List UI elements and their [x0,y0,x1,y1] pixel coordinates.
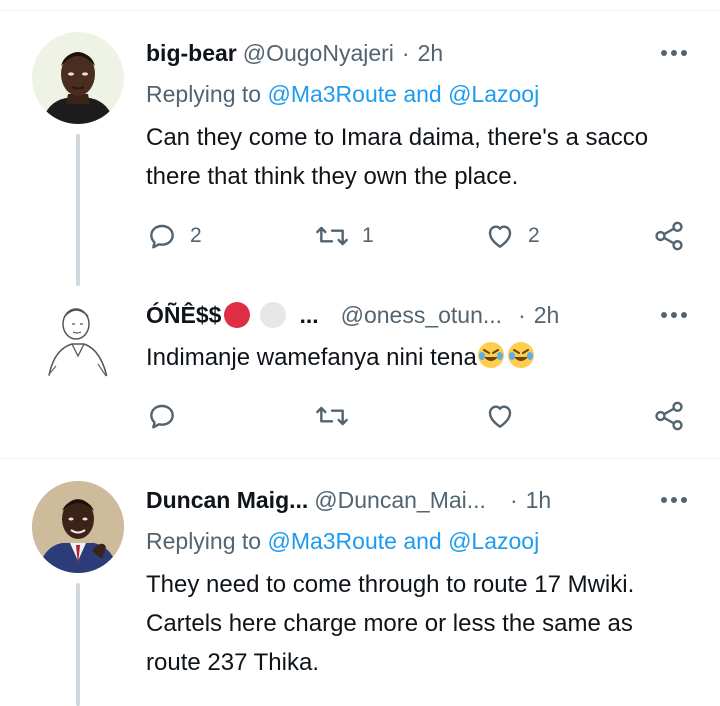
avatar[interactable] [32,32,124,124]
tweet-header: big-bear @OugoNyajeri · 2h [146,36,690,70]
more-options-icon[interactable] [658,298,690,332]
display-name[interactable]: ÓÑÊ$$ [146,302,221,329]
white-circle-icon [260,302,287,328]
share-icon [655,401,683,431]
heart-icon [488,405,512,428]
tweet-text: Indimanje wamefanya nini tena [146,338,691,377]
red-circle-icon [224,302,251,328]
timestamp[interactable]: 2h [418,40,444,67]
replying-to-mentions[interactable]: @Ma3Route and @Lazooj [267,528,539,554]
timestamp[interactable]: 1h [526,487,552,514]
retweet-icon [316,226,348,246]
tweet-reply[interactable]: big-bear @OugoNyajeri · 2h Replying to @… [0,0,720,290]
share-button[interactable] [652,216,686,256]
like-button[interactable]: 2 [484,216,540,256]
share-button[interactable] [652,396,686,436]
reply-icon [150,404,174,429]
separator-dot: · [509,486,518,513]
retweet-button[interactable] [314,396,350,436]
reply-button[interactable] [146,396,178,436]
replying-to: Replying to @Ma3Route and @Lazooj [146,528,539,555]
username[interactable]: @OugoNyajeri [243,40,394,67]
rolling-on-floor-laughing-icon [507,342,534,368]
retweet-icon [316,406,348,426]
more-options-icon[interactable] [658,36,690,70]
avatar[interactable] [32,294,124,386]
display-name[interactable]: Duncan Maig... [146,487,308,514]
reply-icon [150,224,174,249]
replying-to-prefix: Replying to [146,528,262,554]
tweet-actions: 2 1 2 [146,216,691,256]
heart-icon [488,225,512,248]
rolling-on-floor-laughing-icon [477,342,504,368]
like-count: 2 [528,224,540,247]
tweet-reply[interactable]: ÓÑÊ$$ ... @oness_otun... · 2h Indimanje … [0,290,720,458]
display-name-ellipsis: ... [299,301,319,328]
replying-to-prefix: Replying to [146,81,262,107]
more-options-icon[interactable] [658,483,690,517]
username[interactable]: @Duncan_Mai... [314,487,486,514]
tweet-text: Can they come to Imara daima, there's a … [146,124,649,190]
tweet-header: Duncan Maig... @Duncan_Mai... · 1h [146,483,690,517]
reply-button[interactable]: 2 [146,216,202,256]
separator-dot: · [401,39,410,66]
separator-dot: · [518,301,526,328]
reply-count: 2 [190,224,202,247]
avatar[interactable] [32,481,124,573]
tweet-text-content: Indimanje wamefanya nini tena [146,344,477,371]
username[interactable]: @oness_otun... [341,302,502,329]
replying-to: Replying to @Ma3Route and @Lazooj [146,81,539,108]
replying-to-mentions[interactable]: @Ma3Route and @Lazooj [267,81,539,107]
thread-line [76,134,80,286]
tweet-actions [146,396,691,436]
tweet-reply[interactable]: Duncan Maig... @Duncan_Mai... · 1h Reply… [0,459,720,706]
thread-line [76,583,80,706]
tweet-header: ÓÑÊ$$ ... @oness_otun... · 2h [146,298,690,332]
display-name[interactable]: big-bear [146,40,237,67]
timestamp[interactable]: 2h [534,302,560,329]
retweet-button[interactable]: 1 [314,216,374,256]
like-button[interactable] [484,396,516,436]
share-icon [655,221,683,251]
retweet-count: 1 [362,224,374,247]
tweet-text: They need to come through to route 17 Mw… [146,571,635,676]
